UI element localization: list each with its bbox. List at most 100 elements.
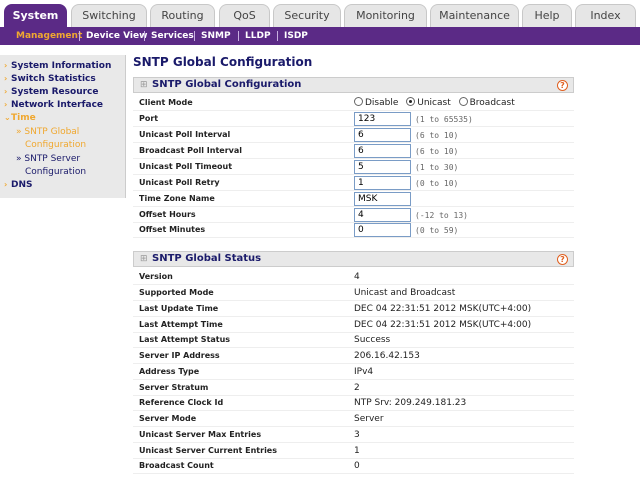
subnav-separator [144,31,145,41]
menu-label: System Information [11,61,112,71]
field-range: (1 to 65535) [415,115,473,124]
broadcast-poll-interval-input[interactable] [354,144,411,158]
field-range: (-12 to 13) [415,211,468,220]
tab-help[interactable]: Help [522,4,572,27]
menu-switch-statistics[interactable]: › Switch Statistics [0,74,96,84]
client-mode-disable-radio[interactable]: Disable [354,97,398,108]
radio-circle-icon [354,97,363,106]
subnav-management[interactable]: Management [16,27,82,45]
unicast-poll-retry-input[interactable] [354,176,411,190]
unicast-poll-timeout-input[interactable] [354,160,411,174]
menu-label: Configuration [25,167,87,177]
port-input[interactable] [354,112,411,126]
menu-label: System Resource [11,87,99,97]
subnav-services[interactable]: Services [151,27,194,45]
status-row-broadcast-count: Broadcast Count 0 [133,458,574,474]
time-zone-name-input[interactable] [354,192,411,206]
subnav-separator [238,31,239,41]
radio-selected-icon [406,97,416,106]
subnav-separator [79,31,80,41]
unicast-poll-timeout-row: Unicast Poll Timeout (1 to 30) [133,159,574,175]
help-icon[interactable]: ? [557,254,568,265]
status-row-version: Version 4 [133,269,574,285]
status-value: 4 [354,272,360,282]
config-panel-title: SNTP Global Configuration [152,79,302,90]
status-row-last-update-time: Last Update Time DEC 04 22:31:51 2012 MSK… [133,301,574,317]
status-value: DEC 04 22:31:51 2012 MSK(UTC+4:00) [354,320,532,330]
status-value: 0 [354,461,360,471]
subnav-snmp[interactable]: SNMP [201,27,231,45]
status-row-server-stratum: Server Stratum 2 [133,380,574,396]
subnav-separator [194,31,195,41]
tab-switching[interactable]: Switching [71,4,147,27]
menu-time[interactable]: ⌄Time [0,113,36,123]
menu-system-resource[interactable]: › System Resource [0,87,98,97]
radio-label: Broadcast [469,98,515,108]
menu-sntp-server-configuration[interactable]: » SNTP Server Configuration [16,153,86,179]
top-tab-bar: System Switching Routing QoS Security Mo… [0,0,640,27]
menu-dns[interactable]: › DNS [0,180,33,190]
status-value: 1 [354,446,360,456]
unicast-poll-interval-row: Unicast Poll Interval (6 to 10) [133,127,574,143]
status-panel-title: SNTP Global Status [152,253,262,264]
status-label: Version [139,272,173,281]
menu-system-information[interactable]: › System Information [0,61,111,71]
chevron-right-icon: › [4,87,8,96]
field-label: Broadcast Poll Interval [139,146,243,155]
subnav-lldp[interactable]: LLDP [245,27,271,45]
status-value: IPv4 [354,367,374,377]
help-icon[interactable]: ? [557,80,568,91]
tab-system[interactable]: System [4,4,67,27]
offset-minutes-row: Offset Minutes (0 to 59) [133,222,574,238]
status-label: Address Type [139,367,200,376]
menu-label: Switch Statistics [11,74,96,84]
subnav-device-view[interactable]: Device View [86,27,147,45]
client-mode-unicast-radio[interactable]: Unicast [406,97,451,108]
field-range: (0 to 10) [415,179,459,188]
unicast-poll-interval-input[interactable] [354,128,411,142]
subnav-separator [277,31,278,41]
expand-icon[interactable]: ⊞ [140,80,148,90]
status-row-last-attempt-status: Last Attempt Status Success [133,332,574,348]
field-range: (6 to 10) [415,131,459,140]
chevron-right-icon: › [4,74,8,83]
status-row-unicast-server-current-entries: Unicast Server Current Entries 1 [133,443,574,459]
subnav-isdp[interactable]: ISDP [284,27,308,45]
menu-label: » SNTP Server [16,154,81,164]
menu-sntp-global-configuration[interactable]: » SNTP Global Configuration [16,126,86,152]
status-value: Server [354,414,384,424]
tab-qos[interactable]: QoS [219,4,270,27]
status-panel-header[interactable]: ⊞ SNTP Global Status ? [133,251,574,267]
field-label: Client Mode [139,98,193,107]
tab-security[interactable]: Security [273,4,341,27]
status-label: Broadcast Count [139,461,214,470]
tab-monitoring[interactable]: Monitoring [344,4,427,27]
offset-minutes-input[interactable] [354,223,411,237]
tab-maintenance[interactable]: Maintenance [430,4,519,27]
field-range: (0 to 59) [415,226,459,235]
client-mode-broadcast-radio[interactable]: Broadcast [458,97,515,108]
chevron-right-icon: › [4,100,8,109]
time-zone-name-row: Time Zone Name [133,191,574,207]
status-row-unicast-server-max-entries: Unicast Server Max Entries 3 [133,427,574,443]
expand-icon[interactable]: ⊞ [140,254,148,264]
unicast-poll-retry-row: Unicast Poll Retry (0 to 10) [133,175,574,191]
status-row-reference-clock-id: Reference Clock Id NTP Srv: 209.249.181.2… [133,395,574,411]
offset-hours-input[interactable] [354,208,411,222]
status-label: Last Update Time [139,304,219,313]
status-row-last-attempt-time: Last Attempt Time DEC 04 22:31:51 2012 MS… [133,317,574,333]
status-label: Server IP Address [139,351,220,360]
field-label: Unicast Poll Timeout [139,162,233,171]
tab-index[interactable]: Index [575,4,636,27]
client-mode-row: Client Mode Disable Unicast Broadcast [133,95,574,111]
port-row: Port (1 to 65535) [133,111,574,127]
status-value: NTP Srv: 209.249.181.23 [354,398,467,408]
menu-network-interface[interactable]: › Network Interface [0,100,103,110]
tab-routing[interactable]: Routing [150,4,215,27]
config-panel-header[interactable]: ⊞ SNTP Global Configuration ? [133,77,574,93]
status-value: 3 [354,430,360,440]
status-label: Last Attempt Status [139,335,231,344]
field-label: Offset Minutes [139,225,206,234]
field-range: (6 to 10) [415,147,459,156]
status-label: Unicast Server Max Entries [139,430,262,439]
